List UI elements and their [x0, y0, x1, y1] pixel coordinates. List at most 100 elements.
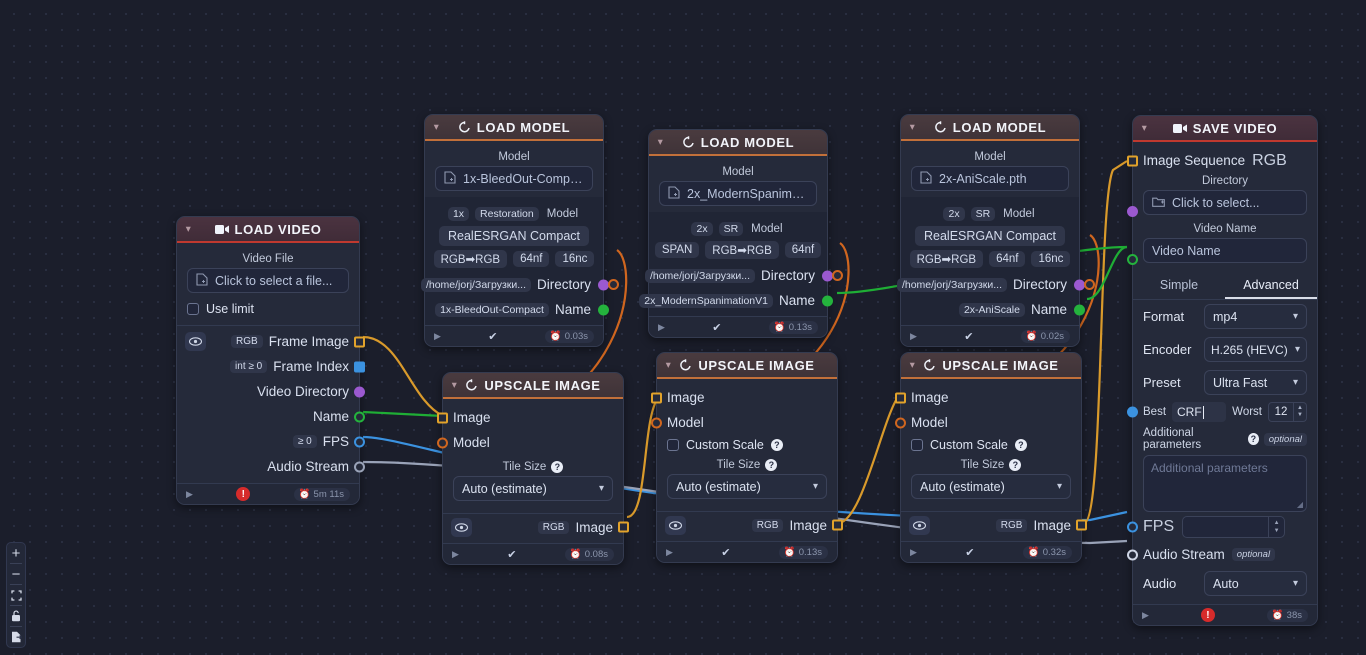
output-row-fps[interactable]: ≥ 0 FPS	[177, 429, 365, 454]
node-load-video[interactable]: ▾ LOAD VIDEO Video File Click to select …	[176, 216, 365, 505]
chevron-down-icon[interactable]: ▾	[910, 122, 915, 132]
node-load-model-1[interactable]: ▾ LOAD MODEL Model 1x-BleedOut-Compact.p…	[420, 114, 619, 347]
help-icon[interactable]: ?	[765, 459, 778, 471]
output-row-name[interactable]: 2x_ModernSpanimationV1 Name	[639, 288, 833, 313]
output-row-directory[interactable]: /home/jorj/Загрузки... Directory	[644, 263, 833, 288]
socket-audio-stream[interactable]	[1127, 549, 1138, 560]
run-button[interactable]: ▶	[666, 547, 673, 558]
socket-frame-image[interactable]	[354, 336, 365, 347]
model-input[interactable]: 2x-AniScale.pth	[911, 166, 1069, 191]
node-editor-canvas[interactable]: ▾ LOAD VIDEO Video File Click to select …	[0, 0, 1366, 655]
node-load-model-3[interactable]: ▾ LOAD MODEL Model 2x-AniScale.pth 2x SR	[896, 114, 1095, 347]
node-header[interactable]: ▾ UPSCALE IMAGE	[901, 353, 1081, 379]
socket-image-sequence[interactable]	[1127, 155, 1138, 166]
output-row-directory[interactable]: /home/jorj/Загрузки... Directory	[896, 272, 1085, 297]
socket-directory[interactable]	[1127, 206, 1138, 217]
socket-image-output[interactable]	[1076, 519, 1087, 530]
node-load-model-2[interactable]: ▾ LOAD MODEL Model 2x_ModernSpanimationV…	[639, 129, 843, 338]
socket-model-output[interactable]	[1084, 279, 1095, 290]
socket-image-output[interactable]	[832, 519, 843, 530]
input-row-image[interactable]: Image	[895, 385, 1081, 410]
node-upscale-image-1[interactable]: ▾ UPSCALE IMAGE Image Model Tile Size ?	[437, 372, 629, 565]
socket-fps[interactable]	[354, 436, 365, 447]
node-header[interactable]: ▾ LOAD VIDEO	[177, 217, 359, 243]
output-row-frame-index[interactable]: int ≥ 0 Frame Index	[177, 354, 365, 379]
output-row-name[interactable]: 1x-BleedOut-Compact Name	[435, 297, 609, 322]
socket-image-input[interactable]	[437, 412, 448, 423]
custom-scale-checkbox[interactable]	[911, 439, 923, 451]
custom-scale-row[interactable]: Custom Scale ?	[901, 435, 1081, 455]
worst-stepper[interactable]: ▲ ▼	[1294, 402, 1307, 422]
custom-scale-row[interactable]: Custom Scale ?	[657, 435, 837, 455]
tile-size-select[interactable]: Auto (estimate) ▾	[453, 476, 613, 501]
export-snapshot-icon[interactable]	[6, 627, 26, 647]
preset-row[interactable]: Preset Ultra Fast ▾	[1133, 366, 1317, 399]
output-row-image[interactable]: RGB Image	[901, 512, 1087, 537]
audio-stream-row[interactable]: Audio Stream optional	[1127, 542, 1317, 567]
worst-input[interactable]: 12	[1268, 402, 1294, 422]
tile-size-select[interactable]: Auto (estimate) ▾	[911, 474, 1071, 499]
socket-image-input[interactable]	[651, 392, 662, 403]
input-row-image-sequence[interactable]: Image Sequence RGB	[1127, 148, 1317, 173]
video-name-input[interactable]: Video Name	[1143, 238, 1307, 263]
tile-size-select[interactable]: Auto (estimate) ▾	[667, 474, 827, 499]
socket-name[interactable]	[598, 304, 609, 315]
preview-eye-icon[interactable]	[185, 332, 206, 351]
fit-view-button[interactable]	[6, 585, 26, 605]
socket-name[interactable]	[822, 295, 833, 306]
help-icon[interactable]: ?	[1009, 459, 1022, 471]
node-header[interactable]: ▾ UPSCALE IMAGE	[443, 373, 623, 399]
mode-tabs[interactable]: Simple Advanced	[1133, 273, 1317, 300]
chevron-down-icon[interactable]: ▾	[186, 224, 191, 234]
socket-model-output[interactable]	[608, 279, 619, 290]
socket-image-output[interactable]	[618, 521, 629, 532]
socket-model-input[interactable]	[651, 417, 662, 428]
socket-crf[interactable]	[1127, 406, 1138, 418]
output-row-name[interactable]: 2x-AniScale Name	[911, 297, 1085, 322]
socket-frame-index[interactable]	[354, 361, 365, 372]
node-upscale-image-2[interactable]: ▾ UPSCALE IMAGE Image Model Custom Scale…	[651, 352, 843, 563]
zoom-toolbar[interactable]: + −	[6, 542, 26, 648]
chevron-down-icon[interactable]: ▾	[452, 380, 457, 390]
help-icon[interactable]: ?	[1014, 439, 1027, 451]
socket-model-input[interactable]	[895, 417, 906, 428]
input-row-image[interactable]: Image	[651, 385, 837, 410]
output-row-name[interactable]: Name	[177, 404, 365, 429]
run-button[interactable]: ▶	[186, 489, 193, 500]
help-icon[interactable]: ?	[770, 439, 783, 451]
preset-select[interactable]: Ultra Fast ▾	[1204, 370, 1307, 395]
input-row-model[interactable]: Model	[651, 410, 837, 435]
input-row-image[interactable]: Image	[437, 405, 623, 430]
run-button[interactable]: ▶	[910, 547, 917, 558]
run-button[interactable]: ▶	[910, 331, 917, 342]
socket-name[interactable]	[1074, 304, 1085, 315]
run-button[interactable]: ▶	[658, 322, 665, 333]
run-button[interactable]: ▶	[1142, 610, 1149, 621]
output-row-video-directory[interactable]: Video Directory	[177, 379, 365, 404]
help-icon[interactable]: ?	[1248, 433, 1259, 445]
crf-input[interactable]: CRF	[1172, 402, 1227, 422]
socket-video-name[interactable]	[1127, 254, 1138, 265]
preview-eye-icon[interactable]	[451, 518, 472, 537]
socket-model-output[interactable]	[832, 270, 843, 281]
chevron-down-icon[interactable]: ▾	[658, 137, 663, 147]
node-header[interactable]: ▾ SAVE VIDEO	[1133, 116, 1317, 142]
preview-eye-icon[interactable]	[909, 516, 930, 535]
input-row-model[interactable]: Model	[895, 410, 1081, 435]
output-row-audio-stream[interactable]: Audio Stream	[177, 454, 365, 479]
chevron-down-icon[interactable]: ▾	[666, 360, 671, 370]
output-row-image[interactable]: RGB Image	[657, 512, 843, 537]
crf-row[interactable]: Best CRF Worst 12 ▲ ▼	[1127, 399, 1317, 425]
socket-name[interactable]	[354, 411, 365, 422]
socket-image-input[interactable]	[895, 392, 906, 403]
format-select[interactable]: mp4 ▾	[1204, 304, 1307, 329]
output-row-frame-image[interactable]: RGB Frame Image	[177, 329, 365, 354]
socket-model-input[interactable]	[437, 437, 448, 448]
video-file-input[interactable]: Click to select a file...	[187, 268, 349, 293]
tab-advanced[interactable]: Advanced	[1225, 273, 1317, 299]
model-input[interactable]: 1x-BleedOut-Compact.pth	[435, 166, 593, 191]
audio-select[interactable]: Auto ▾	[1204, 571, 1307, 596]
encoder-row[interactable]: Encoder H.265 (HEVC) ▾	[1133, 333, 1317, 366]
use-limit-checkbox[interactable]	[187, 303, 199, 315]
chevron-down-icon[interactable]: ▾	[910, 360, 915, 370]
